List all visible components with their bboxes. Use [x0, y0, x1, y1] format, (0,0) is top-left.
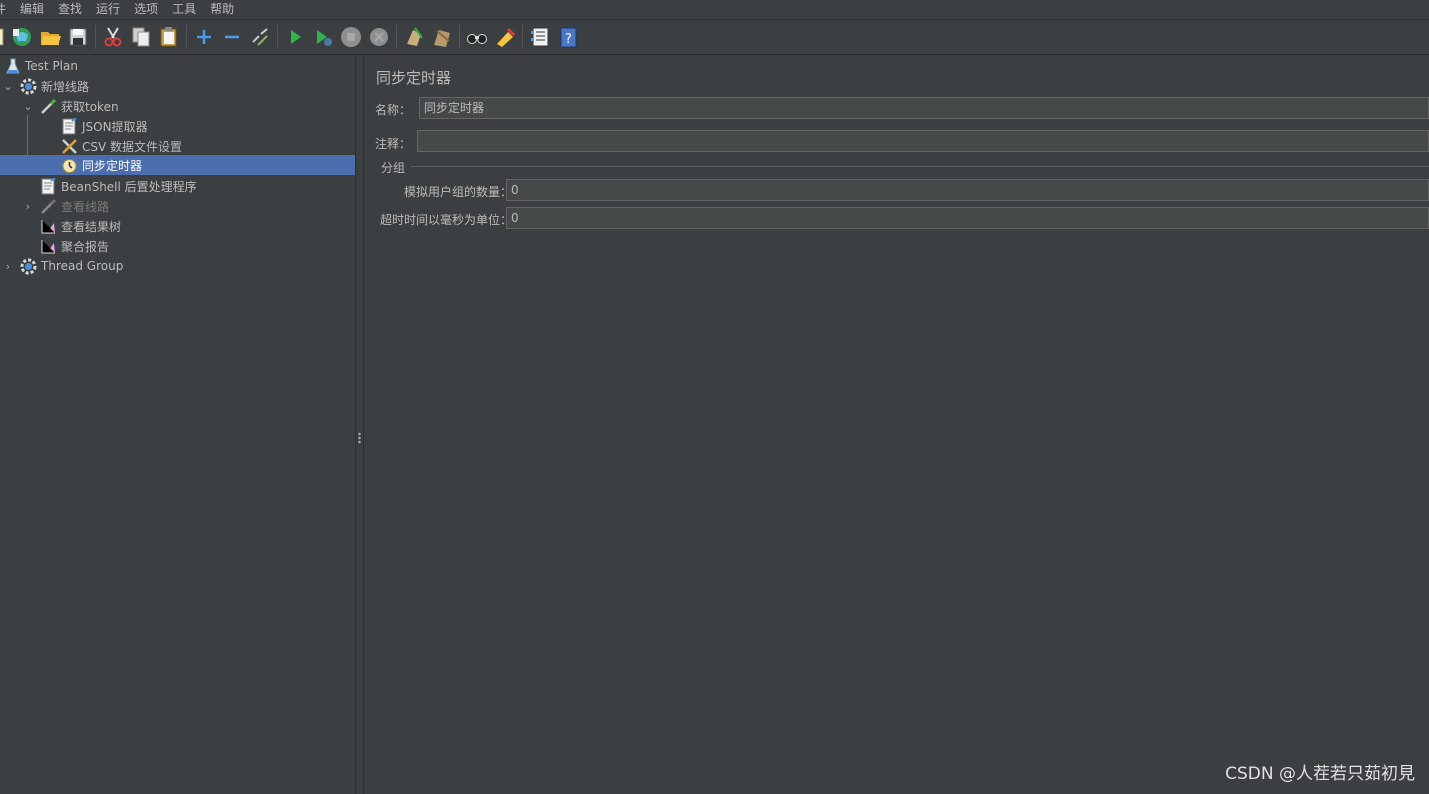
function-helper-icon[interactable]	[528, 25, 552, 49]
clear-icon[interactable]	[402, 25, 426, 49]
toolbar-separator	[186, 25, 187, 49]
sync-timer-panel: 同步定时器 名称： 同步定时器 注释： 分组 模拟用户组的数量： 0 超时时间以…	[365, 55, 1429, 794]
split-pane-divider[interactable]	[355, 55, 364, 794]
name-label: 名称：	[375, 103, 412, 117]
paste-icon[interactable]	[157, 25, 181, 49]
templates-icon[interactable]	[10, 25, 34, 49]
drag-handle-icon[interactable]	[358, 432, 361, 444]
toolbar-separator	[459, 25, 460, 49]
tree-item-thread-group-new[interactable]: ⌄ 新增线路	[0, 76, 355, 96]
users-label: 模拟用户组的数量：	[404, 185, 513, 199]
tree-item-json-extractor[interactable]: JSON提取器	[0, 116, 355, 136]
timeout-field[interactable]: 0	[506, 207, 1429, 229]
cut-icon[interactable]	[101, 25, 125, 49]
chevron-right-icon[interactable]: ›	[22, 200, 34, 213]
watermark: CSDN @人茬若只茹初見	[1225, 764, 1415, 784]
comment-field[interactable]	[417, 130, 1429, 152]
menu-options[interactable]: 选项	[127, 0, 165, 19]
menu-edit[interactable]: 编辑	[13, 0, 51, 19]
tree-item-aggregate-report[interactable]: 聚合报告	[0, 236, 355, 256]
new-icon[interactable]	[0, 25, 6, 49]
toolbar-separator	[277, 25, 278, 49]
menu-tools[interactable]: 工具	[165, 0, 203, 19]
help-icon[interactable]: ?	[556, 25, 580, 49]
search-icon[interactable]	[465, 25, 489, 49]
tree-item-view-route[interactable]: › 查看线路	[0, 196, 355, 216]
expand-icon[interactable]	[192, 25, 216, 49]
menu-run[interactable]: 运行	[89, 0, 127, 19]
copy-icon[interactable]	[129, 25, 153, 49]
chart-icon	[40, 238, 57, 255]
toolbar: ?	[0, 20, 1429, 55]
collapse-icon[interactable]	[220, 25, 244, 49]
chevron-down-icon[interactable]: ⌄	[22, 100, 34, 113]
toolbar-separator	[522, 25, 523, 49]
svg-text:?: ?	[565, 32, 572, 47]
group-divider	[411, 166, 1429, 167]
menu-bar: 件 编辑 查找 运行 选项 工具 帮助	[0, 0, 1429, 20]
tree-item-sampler-token[interactable]: ⌄ 获取token	[0, 96, 355, 116]
stop-icon[interactable]	[339, 25, 363, 49]
tree-item-beanshell[interactable]: BeanShell 后置处理程序	[0, 176, 355, 196]
pipette-icon	[40, 98, 57, 115]
document-icon	[61, 117, 78, 135]
timer-icon	[61, 157, 78, 174]
toggle-icon[interactable]	[248, 25, 272, 49]
chevron-right-icon[interactable]: ›	[2, 260, 14, 273]
tree-item-csv-config[interactable]: CSV 数据文件设置	[0, 136, 355, 156]
tree-item-test-plan[interactable]: Test Plan	[0, 56, 355, 76]
tools-icon	[61, 138, 78, 155]
gear-icon	[20, 78, 37, 95]
tree-item-thread-group[interactable]: › Thread Group	[0, 256, 355, 276]
menu-search[interactable]: 查找	[51, 0, 89, 19]
timeout-label: 超时时间以毫秒为单位：	[380, 213, 513, 227]
toolbar-separator	[396, 25, 397, 49]
group-title: 分组	[381, 161, 406, 175]
chevron-down-icon[interactable]: ⌄	[2, 80, 14, 93]
page-title: 同步定时器	[376, 69, 452, 87]
start-icon[interactable]	[283, 25, 307, 49]
start-no-pause-icon[interactable]	[311, 25, 335, 49]
tree-item-sync-timer[interactable]: 同步定时器	[0, 155, 355, 175]
test-plan-tree: Test Plan ⌄ 新增线路 ⌄ 获取token JSON提取器 CSV 数…	[0, 55, 355, 794]
clear-all-icon[interactable]	[430, 25, 454, 49]
document-icon	[40, 177, 57, 195]
comment-label: 注释：	[375, 137, 412, 151]
jmeter-window: 件 编辑 查找 运行 选项 工具 帮助	[0, 0, 1429, 794]
chart-icon	[40, 218, 57, 235]
flask-icon	[4, 58, 21, 75]
reset-search-icon[interactable]	[493, 25, 517, 49]
name-field[interactable]: 同步定时器	[419, 97, 1429, 119]
gear-icon	[20, 258, 37, 275]
tree-item-view-results-tree[interactable]: 查看结果树	[0, 216, 355, 236]
shutdown-icon[interactable]	[367, 25, 391, 49]
pipette-icon	[40, 198, 57, 215]
save-icon[interactable]	[66, 25, 90, 49]
toolbar-separator	[95, 25, 96, 49]
menu-help[interactable]: 帮助	[203, 0, 241, 19]
open-icon[interactable]	[38, 25, 62, 49]
menu-file[interactable]: 件	[0, 0, 13, 19]
users-count-field[interactable]: 0	[506, 179, 1429, 201]
